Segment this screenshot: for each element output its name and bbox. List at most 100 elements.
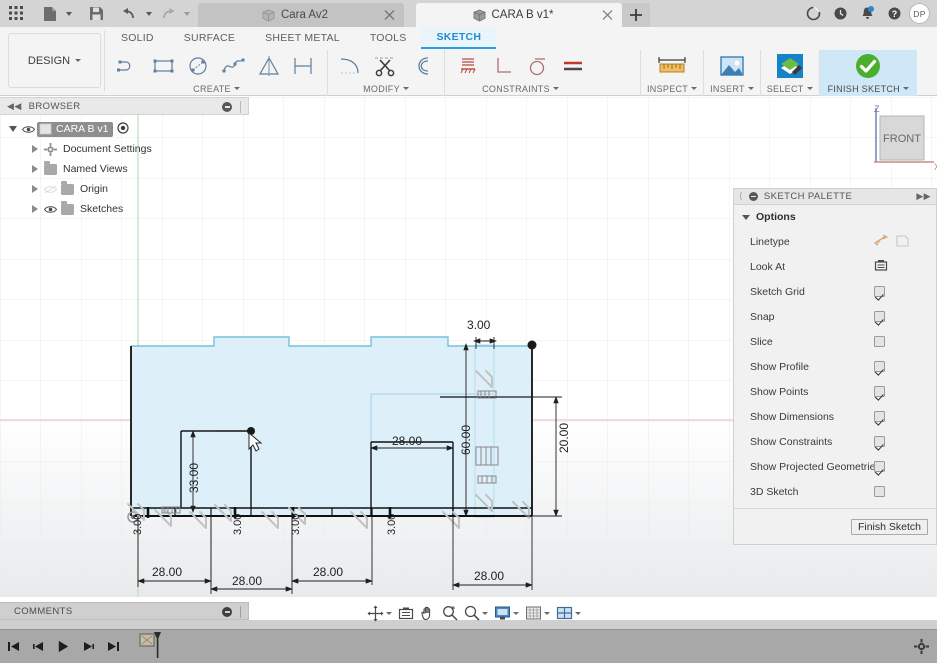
fix-constraint-icon[interactable]: [451, 50, 485, 82]
tangent-icon[interactable]: [521, 50, 555, 82]
chevron-down-icon[interactable]: [575, 611, 581, 615]
minimize-icon[interactable]: [748, 192, 758, 201]
eye-icon[interactable]: [42, 179, 59, 199]
collapse-left-icon[interactable]: ◀◀: [7, 101, 22, 112]
browser-root-row[interactable]: CARA B v1: [37, 121, 113, 137]
offset-curve-icon[interactable]: [404, 50, 438, 82]
select-icon[interactable]: [770, 50, 810, 82]
grid-snap-icon[interactable]: [523, 603, 552, 623]
eye-icon[interactable]: [42, 199, 59, 219]
expand-arrow-icon[interactable]: [28, 159, 42, 179]
job-status-icon[interactable]: [801, 2, 825, 26]
document-tab-cara-b-v1[interactable]: CARA B v1*: [416, 3, 622, 27]
undo-caret-icon[interactable]: [144, 3, 154, 25]
show-dimensions-checkbox[interactable]: [874, 411, 885, 422]
step-back-icon[interactable]: [31, 640, 45, 653]
design-workspace-button[interactable]: DESIGN: [8, 33, 101, 88]
zoom-window-icon[interactable]: [440, 603, 460, 623]
fillet-icon[interactable]: [334, 50, 368, 82]
minimize-icon[interactable]: [222, 607, 232, 617]
finish-sketch-button[interactable]: Finish Sketch: [850, 518, 928, 535]
slice-checkbox[interactable]: [874, 336, 885, 347]
measure-icon[interactable]: [652, 50, 692, 82]
panel-finish-sketch[interactable]: FINISH SKETCH: [818, 50, 917, 96]
notifications-bell-icon[interactable]: [855, 2, 879, 26]
undo-arrow-icon[interactable]: [118, 3, 142, 25]
view-cube[interactable]: FRONT Z X: [862, 104, 937, 174]
close-icon[interactable]: [602, 10, 613, 21]
expand-arrow-icon[interactable]: [28, 199, 42, 219]
spline-icon[interactable]: [217, 50, 251, 82]
viewports-icon[interactable]: [554, 603, 583, 623]
browser-item-named-views[interactable]: Named Views: [0, 159, 230, 179]
help-question-icon[interactable]: ?: [882, 2, 906, 26]
redo-caret-icon[interactable]: [182, 3, 192, 25]
activate-radio-icon[interactable]: [116, 121, 129, 137]
chevron-down-icon[interactable]: [482, 611, 488, 615]
new-tab-button[interactable]: [622, 3, 650, 27]
tab-solid[interactable]: SOLID: [106, 27, 169, 49]
panel-inspect-label[interactable]: INSPECT: [647, 82, 698, 95]
display-settings-icon[interactable]: [492, 603, 521, 623]
tab-tools[interactable]: TOOLS: [355, 27, 422, 49]
browser-item-origin[interactable]: Origin: [0, 179, 230, 199]
look-at-button[interactable]: [874, 259, 888, 275]
avatar[interactable]: DP: [909, 3, 930, 24]
browser-item-document-settings[interactable]: Document Settings: [0, 139, 230, 159]
browser-item-sketches[interactable]: Sketches: [0, 199, 230, 219]
file-icon[interactable]: [38, 3, 62, 25]
panel-modify-label[interactable]: MODIFY: [363, 82, 409, 95]
skip-last-icon[interactable]: [106, 640, 120, 653]
sketch-grid-checkbox[interactable]: [874, 286, 885, 297]
linetype-construction-icon[interactable]: [896, 234, 909, 250]
equal-icon[interactable]: [556, 50, 590, 82]
snap-checkbox[interactable]: [874, 311, 885, 322]
pan-hand-icon[interactable]: [418, 603, 438, 623]
chevron-down-icon[interactable]: [386, 611, 392, 615]
redo-arrow-icon[interactable]: [156, 3, 180, 25]
rectangle-icon[interactable]: [147, 50, 181, 82]
circle-icon[interactable]: [182, 50, 216, 82]
recent-clock-icon[interactable]: [828, 2, 852, 26]
trim-scissors-icon[interactable]: [369, 50, 403, 82]
expand-arrow-icon[interactable]: [28, 179, 42, 199]
3d-sketch-checkbox[interactable]: [874, 486, 885, 497]
panel-insert-label[interactable]: INSERT: [710, 82, 754, 95]
palette-grip[interactable]: ⟨: [739, 191, 743, 202]
green-check-icon[interactable]: [848, 50, 888, 82]
timeline-marker-icon[interactable]: [139, 630, 165, 663]
document-tab-cara-av2[interactable]: Cara Av2: [198, 3, 404, 27]
chevron-down-icon[interactable]: [513, 611, 519, 615]
expand-arrow-icon[interactable]: [6, 119, 20, 139]
orbit-icon[interactable]: [365, 603, 394, 624]
show-profile-checkbox[interactable]: [874, 361, 885, 372]
comments-panel-header[interactable]: COMMENTS: [0, 602, 249, 620]
linetype-normal-icon[interactable]: [874, 234, 889, 250]
save-icon[interactable]: [84, 3, 108, 25]
mirror-icon[interactable]: [252, 50, 286, 82]
options-section-header[interactable]: Options: [734, 205, 936, 229]
panel-finish-sketch-label[interactable]: FINISH SKETCH: [828, 82, 909, 95]
minimize-icon[interactable]: [222, 102, 232, 112]
show-constraints-checkbox[interactable]: [874, 436, 885, 447]
expand-arrow-icon[interactable]: [28, 139, 42, 159]
line-icon[interactable]: [112, 50, 146, 82]
skip-first-icon[interactable]: [6, 640, 20, 653]
play-icon[interactable]: [56, 639, 70, 654]
panel-grip[interactable]: [240, 606, 242, 618]
tab-surface[interactable]: SURFACE: [169, 27, 250, 49]
pan-look-at-icon[interactable]: [396, 604, 416, 623]
browser-root-node[interactable]: CARA B v1: [0, 119, 230, 139]
close-icon[interactable]: [384, 10, 395, 21]
offset-icon[interactable]: [287, 50, 321, 82]
tab-sketch[interactable]: SKETCH: [421, 27, 497, 49]
dock-right-icon[interactable]: ▶▶: [916, 191, 936, 202]
grid-apps-icon[interactable]: [4, 3, 28, 25]
timeline-settings-icon[interactable]: [914, 639, 929, 657]
show-points-checkbox[interactable]: [874, 386, 885, 397]
tab-sheet-metal[interactable]: SHEET METAL: [250, 27, 355, 49]
panel-grip[interactable]: [240, 101, 242, 113]
zoom-icon[interactable]: [462, 603, 490, 623]
chevron-down-icon[interactable]: [544, 611, 550, 615]
step-forward-icon[interactable]: [81, 640, 95, 653]
